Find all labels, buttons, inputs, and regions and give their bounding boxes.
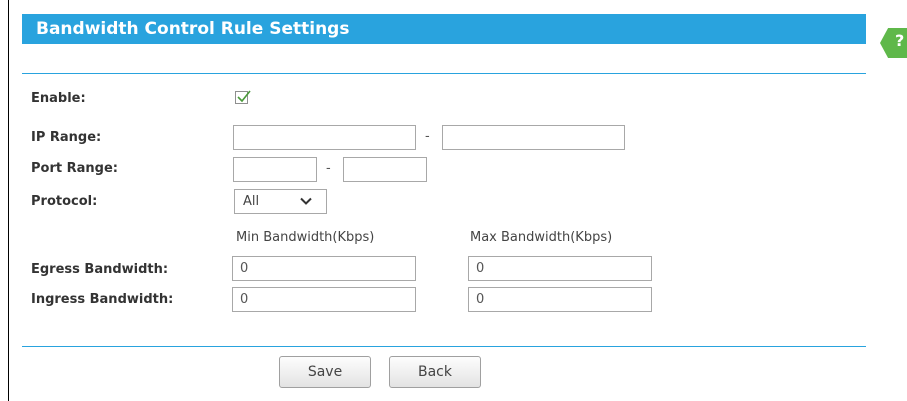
protocol-select[interactable]: All bbox=[234, 189, 327, 214]
port-range-separator: - bbox=[326, 161, 331, 176]
checkmark-icon bbox=[237, 90, 251, 103]
ip-range-separator: - bbox=[425, 129, 430, 144]
frame-border bbox=[8, 0, 9, 401]
enable-checkbox[interactable] bbox=[235, 90, 251, 104]
protocol-selected-value: All bbox=[243, 194, 260, 209]
ingress-bandwidth-label: Ingress Bandwidth: bbox=[31, 292, 174, 307]
protocol-label: Protocol: bbox=[31, 194, 98, 209]
ip-range-start-input[interactable] bbox=[233, 125, 416, 150]
enable-label: Enable: bbox=[31, 91, 86, 106]
ip-range-end-input[interactable] bbox=[442, 125, 625, 150]
port-range-start-input[interactable] bbox=[233, 157, 317, 182]
bottom-divider bbox=[22, 346, 866, 347]
port-range-end-input[interactable] bbox=[343, 157, 427, 182]
egress-bandwidth-label: Egress Bandwidth: bbox=[31, 262, 169, 277]
help-icon[interactable]: ? bbox=[895, 31, 904, 50]
chevron-down-icon bbox=[300, 197, 312, 205]
ingress-max-input[interactable]: 0 bbox=[468, 287, 652, 312]
egress-min-input[interactable]: 0 bbox=[232, 256, 416, 281]
ip-range-label: IP Range: bbox=[31, 130, 102, 145]
back-button[interactable]: Back bbox=[389, 356, 481, 388]
save-button[interactable]: Save bbox=[279, 356, 371, 388]
ingress-min-input[interactable]: 0 bbox=[232, 287, 416, 312]
max-bandwidth-header: Max Bandwidth(Kbps) bbox=[470, 230, 613, 245]
page-title: Bandwidth Control Rule Settings bbox=[36, 19, 350, 39]
min-bandwidth-header: Min Bandwidth(Kbps) bbox=[236, 230, 375, 245]
port-range-label: Port Range: bbox=[31, 161, 118, 176]
top-divider bbox=[22, 73, 866, 74]
title-bar: Bandwidth Control Rule Settings bbox=[22, 14, 866, 44]
egress-max-input[interactable]: 0 bbox=[468, 256, 652, 281]
